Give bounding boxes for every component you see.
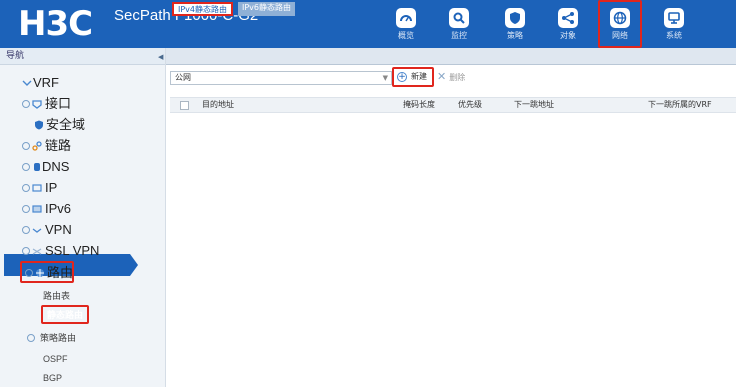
sidebar-item-label: IPv6 — [45, 201, 72, 216]
sidebar-item-ssl-vpn[interactable]: SSL VPN — [0, 241, 166, 261]
nav-network[interactable]: 网络 — [598, 0, 642, 48]
routing-highlight-box — [20, 261, 74, 283]
tab-ipv4-static-route[interactable]: IPv4静态路由 — [172, 2, 234, 16]
sidebar-item-ip[interactable]: IP — [0, 178, 166, 198]
sidebar-item-label: OSPF — [43, 354, 68, 364]
nav-label: 监控 — [451, 31, 467, 40]
sidebar-item-label: 路由表 — [43, 291, 71, 301]
chevron-down-icon: ▼ — [382, 74, 388, 82]
sidebar-item-label: VRF — [33, 75, 59, 90]
sidebar-item-link[interactable]: 链路 — [0, 136, 166, 156]
column-header-destination[interactable]: 目的地址 — [202, 98, 234, 112]
delete-button[interactable]: ✕ 删除 — [437, 71, 465, 85]
nav-overview[interactable]: 概览 — [384, 0, 428, 48]
sidebar-item-label: 接口 — [45, 96, 72, 111]
sidebar-item-label: DNS — [42, 159, 70, 174]
expand-icon[interactable] — [22, 184, 30, 192]
expand-icon[interactable] — [22, 142, 30, 150]
database-icon — [34, 163, 40, 171]
tab-bar — [166, 48, 736, 65]
ssl-vpn-icon — [32, 248, 42, 255]
select-all-checkbox[interactable] — [180, 101, 189, 110]
sidebar-item-ipv6[interactable]: IPv6 — [0, 199, 166, 219]
sidebar-item-label: VPN — [45, 222, 72, 237]
system-icon — [664, 8, 684, 28]
nav-label: 概览 — [398, 31, 414, 40]
expand-icon[interactable] — [22, 226, 30, 234]
nav-label: 对象 — [560, 31, 576, 40]
expand-icon[interactable] — [22, 205, 30, 213]
expand-icon[interactable] — [27, 334, 35, 342]
sidebar-item-dns[interactable]: DNS — [0, 157, 166, 177]
top-bar: H3C SecPath F1000-C-G2 概览 监控 策略 对象 网络 — [0, 0, 736, 48]
sidebar-item-bgp[interactable]: BGP — [0, 368, 166, 388]
interface-icon — [32, 100, 42, 109]
sidebar-item-label: 链路 — [45, 138, 72, 153]
sidebar-item-label: IP — [45, 180, 58, 195]
ipv6-icon — [32, 205, 42, 213]
network-globe-icon — [610, 8, 630, 28]
nav-system[interactable]: 系统 — [652, 0, 696, 48]
tab-ipv6-static-route[interactable]: IPv6静态路由 — [238, 2, 296, 16]
close-icon: ✕ — [437, 70, 447, 83]
vrf-icon — [22, 80, 32, 86]
vrf-select-value: 公网 — [175, 73, 191, 82]
sidebar-item-label: BGP — [43, 373, 63, 383]
sidebar-item-label: 安全域 — [46, 117, 86, 132]
sidebar-item-policy-route[interactable]: 策略路由 — [0, 328, 166, 348]
table-header: 目的地址 掩码长度 优先级 下一跳地址 下一跳所属的VRF — [170, 97, 736, 113]
delete-button-label: 删除 — [449, 73, 466, 82]
expand-icon[interactable] — [22, 163, 30, 171]
column-header-next-hop-vrf[interactable]: 下一跳所属的VRF — [648, 98, 712, 112]
ip-icon — [32, 184, 42, 192]
column-header-priority[interactable]: 优先级 — [458, 98, 482, 112]
sidebar-item-ospf[interactable]: OSPF — [0, 349, 166, 369]
policy-icon — [505, 8, 525, 28]
nav-label: 策略 — [507, 31, 523, 40]
nav-label: 系统 — [666, 31, 682, 40]
collapse-sidebar-icon[interactable]: ◀ — [158, 52, 166, 62]
sidebar-item-interface[interactable]: 接口 — [0, 94, 166, 114]
static-route-highlight-box — [41, 305, 89, 324]
link-chain-icon — [32, 141, 42, 151]
sidebar-title: 导航 — [0, 48, 165, 65]
column-header-mask-length[interactable]: 掩码长度 — [403, 98, 435, 112]
vpn-icon — [32, 228, 42, 233]
nav-object[interactable]: 对象 — [546, 0, 590, 48]
nav-policy[interactable]: 策略 — [493, 0, 537, 48]
expand-icon[interactable] — [22, 100, 30, 108]
expand-icon[interactable] — [22, 247, 30, 255]
nav-monitor[interactable]: 监控 — [437, 0, 481, 48]
sidebar-item-vpn[interactable]: VPN — [0, 220, 166, 240]
shield-icon — [35, 120, 43, 130]
object-icon — [558, 8, 578, 28]
sidebar-item-label: 策略路由 — [40, 333, 77, 343]
plus-icon: + — [397, 72, 407, 82]
vrf-select[interactable]: 公网 ▼ — [170, 71, 392, 85]
sidebar-item-vrf[interactable]: VRF — [0, 73, 166, 93]
monitor-icon — [449, 8, 469, 28]
nav-label: 网络 — [612, 31, 628, 40]
sidebar-item-route-table[interactable]: 路由表 — [0, 286, 166, 306]
sidebar-item-security-zone[interactable]: 安全域 — [0, 115, 166, 135]
brand-logo: H3C — [18, 4, 93, 44]
column-header-next-hop[interactable]: 下一跳地址 — [514, 98, 554, 112]
new-button[interactable]: + 新建 — [392, 67, 434, 87]
sidebar-item-label: SSL VPN — [45, 243, 100, 258]
new-button-label: 新建 — [411, 72, 427, 81]
overview-icon — [396, 8, 416, 28]
